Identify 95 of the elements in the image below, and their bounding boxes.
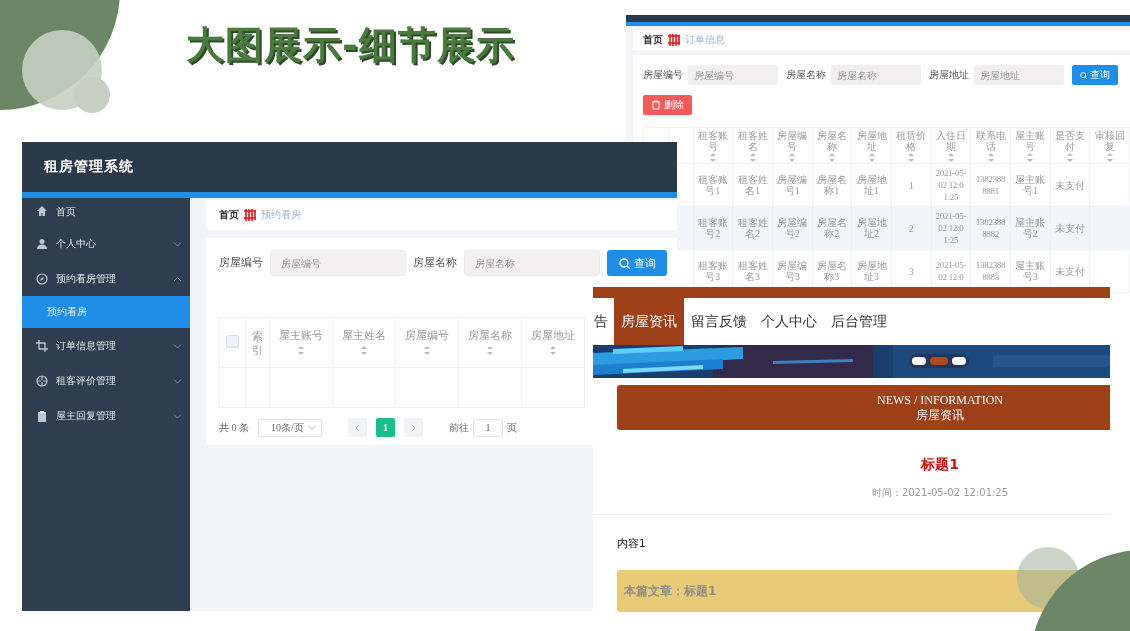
table-cell: 13823888882 [975, 217, 1006, 239]
crop-icon [36, 339, 48, 352]
nav-tab[interactable]: 房屋资讯 [614, 298, 684, 345]
field-label: 房屋名称 [786, 68, 826, 82]
table-cell: 2021-05-02 12:01:25 [935, 211, 967, 245]
sidebar-item[interactable]: 屋主回复管理 [22, 398, 190, 433]
table-cell: 屋主账号3 [1015, 260, 1046, 282]
sort-icon [709, 152, 716, 162]
app-title: 租房管理系统 [44, 158, 134, 176]
sidebar-item[interactable]: 订单信息管理 [22, 328, 190, 363]
sort-icon [749, 152, 756, 162]
table-cell: 房屋名称3 [816, 260, 847, 282]
breadcrumb-link[interactable]: 首页 [219, 208, 239, 222]
table-cell: 13823888883 [975, 260, 1006, 282]
sidebar-item[interactable]: 预约看房管理 [22, 261, 190, 296]
sort-icon [1106, 152, 1113, 162]
home-icon [36, 205, 48, 217]
table-cell: 房屋编号3 [777, 260, 808, 282]
sidebar-item[interactable]: 租客评价管理 [22, 363, 190, 398]
trash-icon [651, 100, 661, 110]
table-cell: 房屋名称2 [816, 217, 847, 239]
table-cell: 2021-05-02 12:01:25 [935, 168, 967, 202]
column-header: 索引 [252, 328, 263, 357]
page-input[interactable]: 1 [473, 418, 503, 437]
article-time: 时间：2021-05-02 12:01:25 [871, 487, 1009, 498]
page-button[interactable]: 1 [376, 418, 395, 437]
search-field[interactable]: 房屋名称 [831, 65, 921, 85]
checkbox[interactable] [226, 334, 239, 348]
aperture-icon [36, 374, 48, 387]
table-cell: 未支付 [1054, 222, 1085, 234]
sort-icon [987, 152, 994, 162]
sort-icon [1066, 152, 1073, 162]
table-cell: 租客姓名1 [737, 174, 768, 196]
search-field[interactable]: 房屋编号 [270, 250, 406, 276]
chevron-down-icon [308, 425, 316, 430]
total-count: 共 0 条 [219, 420, 249, 435]
article-body: 内容1 [617, 537, 646, 549]
table-cell: 房屋地址3 [856, 260, 887, 282]
sort-icon [789, 152, 796, 162]
sidebar-item[interactable]: 个人中心 [22, 226, 190, 261]
goto-suffix: 页 [507, 420, 517, 435]
breadcrumb-separator-icon [667, 33, 681, 47]
sort-icon [947, 152, 954, 162]
delete-button[interactable]: 删除 [643, 95, 692, 115]
sidebar-subitem[interactable]: 预约看房 [22, 296, 190, 328]
table-cell: 13823888881 [975, 174, 1006, 196]
field-label: 房屋编号 [219, 256, 263, 270]
field-label: 房屋名称 [413, 256, 457, 270]
goto-label: 前往 [449, 420, 469, 435]
sort-icon [908, 152, 915, 162]
table-cell: 2021-05-02 12:0 [935, 260, 967, 282]
sort-icon [868, 152, 875, 162]
section-subtitle: 房屋资讯 [916, 407, 964, 423]
field-label: 房屋编号 [643, 68, 683, 82]
table-cell: 租客账号3 [697, 260, 728, 282]
table-cell: 1 [908, 179, 914, 191]
table-cell: 租客账号2 [697, 217, 728, 239]
chevron-right-icon [411, 423, 416, 432]
table-cell: 租客姓名2 [737, 217, 768, 239]
table-cell: 房屋地址1 [856, 174, 887, 196]
search-button[interactable]: 查询 [607, 250, 667, 276]
user-icon [36, 237, 48, 250]
chevron-left-icon [355, 423, 360, 432]
field-label: 房屋地址 [929, 68, 969, 82]
clipboard-icon [36, 409, 48, 422]
slide-title: 大图展示-细节展示 [186, 22, 515, 69]
table-cell: 屋主账号1 [1015, 174, 1046, 196]
table-cell: 租客姓名3 [737, 260, 768, 282]
search-field[interactable]: 房屋名称 [464, 250, 600, 276]
table-cell: 2 [908, 222, 914, 234]
table-cell: 3 [908, 265, 914, 277]
search-field[interactable]: 房屋编号 [688, 65, 778, 85]
table-cell: 未支付 [1054, 265, 1085, 277]
sidebar-item[interactable]: 首页 [22, 198, 190, 226]
breadcrumb-current: 预约看房 [261, 208, 301, 222]
section-title: NEWS / INFORMATION [877, 392, 1003, 408]
breadcrumb-current: 订单信息 [685, 33, 725, 47]
table-cell: 房屋地址2 [856, 217, 887, 239]
search-icon [1080, 69, 1087, 81]
table-cell: 房屋编号2 [777, 217, 808, 239]
sort-icon [828, 152, 835, 162]
search-field[interactable]: 房屋地址 [974, 65, 1064, 85]
breadcrumb-separator-icon [243, 208, 257, 222]
search-icon [618, 257, 630, 269]
page-size-select[interactable]: 10条/页 [258, 418, 322, 437]
compass-icon [36, 272, 48, 285]
table-cell: 未支付 [1054, 179, 1085, 191]
table-cell: 屋主账号2 [1015, 217, 1046, 239]
table-cell: 房屋名称1 [816, 174, 847, 196]
breadcrumb-link[interactable]: 首页 [643, 33, 663, 47]
article-title: 标题1 [921, 456, 959, 472]
search-button[interactable]: 查询 [1072, 65, 1118, 85]
sort-icon [1027, 152, 1034, 162]
table-cell: 房屋编号1 [777, 174, 808, 196]
table-cell: 租客账号1 [697, 174, 728, 196]
